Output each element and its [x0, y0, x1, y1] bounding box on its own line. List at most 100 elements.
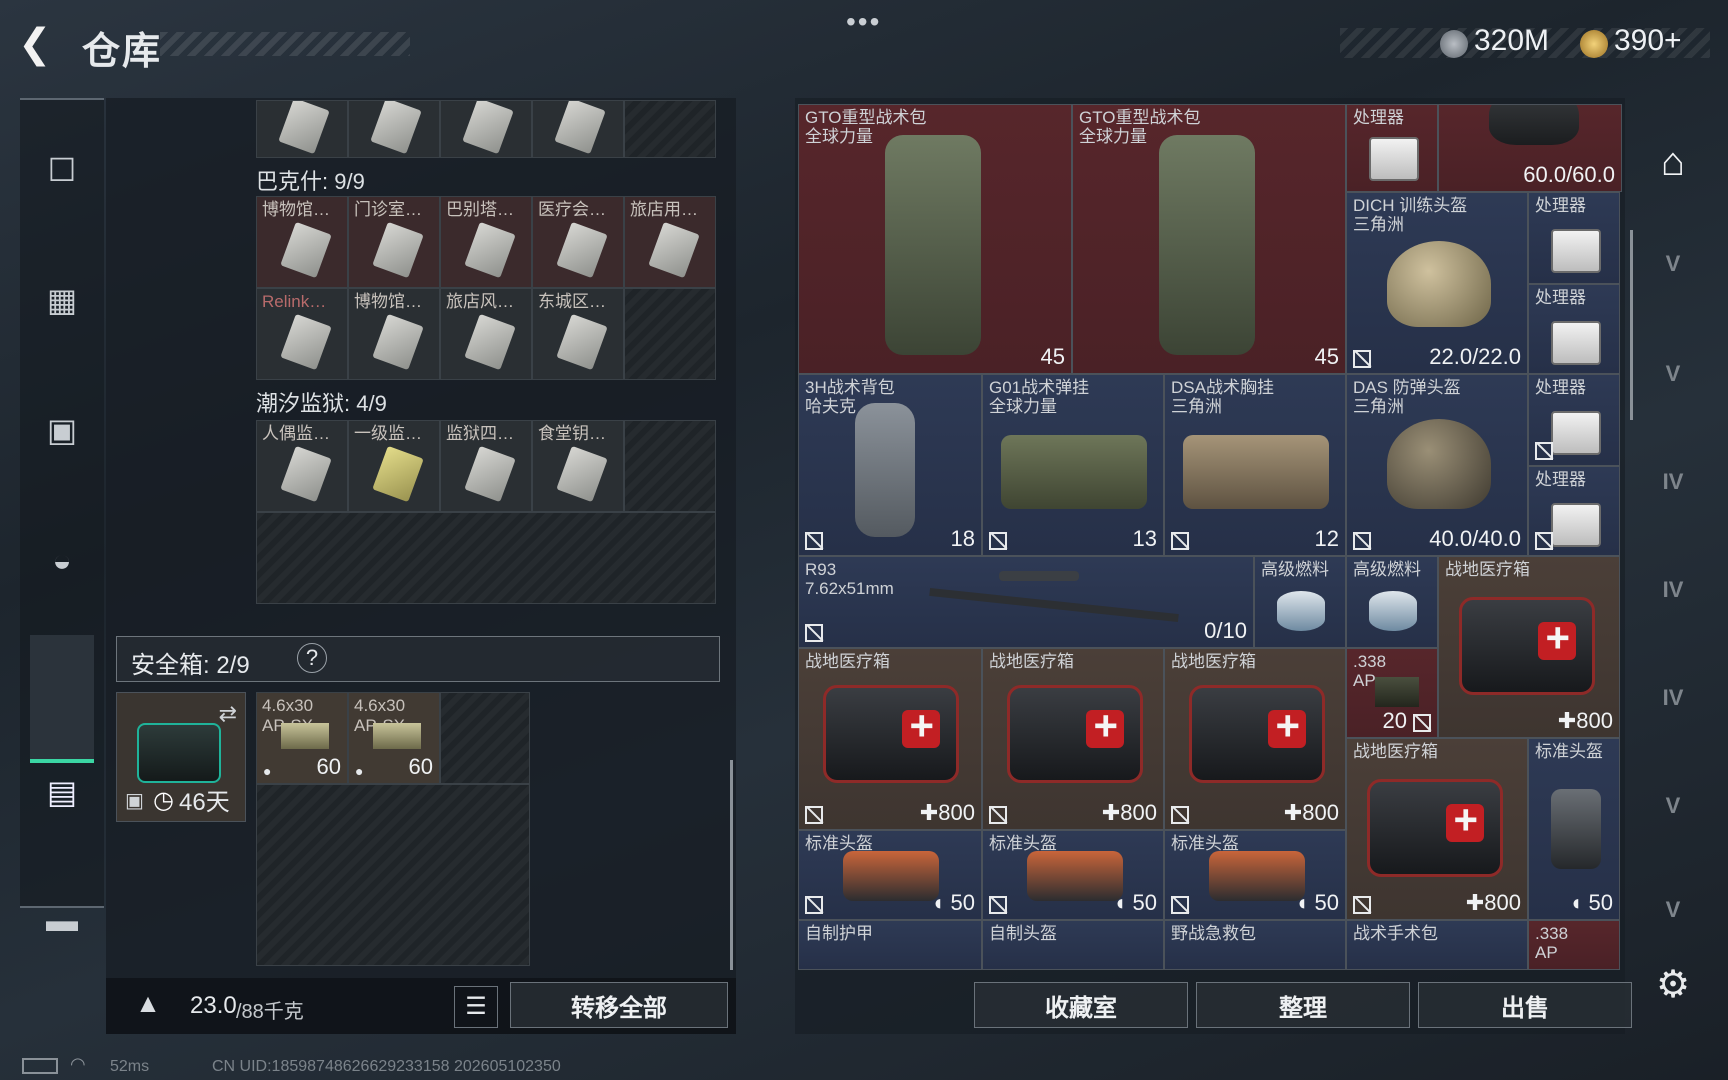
safebox-icon[interactable]: ▤	[20, 762, 104, 822]
item-field-medkit[interactable]: 战地医疗箱 ✚800	[982, 648, 1164, 830]
item-processor[interactable]: 处理器	[1528, 192, 1620, 284]
item-field-medkit[interactable]: 战地医疗箱 ✚800	[1164, 648, 1346, 830]
empty-slot	[256, 784, 530, 966]
key-slot[interactable]	[440, 100, 532, 158]
swap-icon: ⇄	[218, 701, 237, 726]
collection-room-button[interactable]: 收藏室	[974, 982, 1188, 1028]
prison-grid: 人偶监… 一级监… 监狱四… 食堂钥…	[256, 420, 716, 604]
weapon-icon[interactable]: ☐	[20, 140, 104, 200]
item-standard-helmet[interactable]: 标准头盔 ◖ 50	[798, 830, 982, 920]
key-slot[interactable]: 一级监…	[348, 420, 440, 512]
item-standard-helmet[interactable]: 标准头盔 ◖ 50	[1164, 830, 1346, 920]
help-icon[interactable]: ?	[297, 643, 327, 673]
item-homemade-helmet[interactable]: 自制头盔	[982, 920, 1164, 970]
nav-selected-highlight	[30, 635, 94, 763]
ammo-slot[interactable]: 4.6x30 AP-SX●60	[256, 692, 348, 784]
key-slot[interactable]: 博物馆…	[348, 288, 440, 380]
page-title: 仓库	[82, 31, 163, 73]
list-icon[interactable]: ☰	[454, 986, 498, 1028]
empty-slot	[256, 512, 716, 604]
stash-tab-icon[interactable]: V	[1638, 234, 1708, 294]
item-processor[interactable]: 处理器	[1346, 104, 1438, 192]
key-slot[interactable]	[532, 100, 624, 158]
key-slot[interactable]: 人偶监…	[256, 420, 348, 512]
sell-button[interactable]: 出售	[1418, 982, 1632, 1028]
item-processor[interactable]: 处理器	[1528, 466, 1620, 556]
key-slot[interactable]: 巴别塔…	[440, 196, 532, 288]
stash-scrollbar[interactable]	[1630, 230, 1633, 420]
category-nav: ☐ ▦ ▣ ◒ ▤ ▬	[20, 98, 104, 938]
settings-gear-icon[interactable]: ⚙	[1648, 962, 1698, 1012]
key-slot[interactable]: 东城区…	[532, 288, 624, 380]
item-first-aid-kit[interactable]: 野战急救包	[1164, 920, 1346, 970]
sort-button[interactable]: 整理	[1196, 982, 1410, 1028]
key-slot[interactable]: Relink…	[256, 288, 348, 380]
wifi-icon: ◠	[70, 1054, 86, 1074]
item-gto-backpack[interactable]: GTO重型战术包 全球力量 45	[798, 104, 1072, 374]
stash-tab-icon[interactable]: V	[1638, 344, 1708, 404]
item-338-ap-ammo[interactable]: .338 AP 20	[1346, 648, 1438, 738]
weight-bar: ▲ 23.0 /88千克 ☰ 转移全部	[106, 978, 736, 1034]
key-slot[interactable]: 门诊室…	[348, 196, 440, 288]
item-standard-helmet[interactable]: 标准头盔 ◖ 50	[982, 830, 1164, 920]
scrollbar[interactable]	[730, 760, 733, 970]
item-surgical-kit[interactable]: 战术手术包	[1346, 920, 1528, 970]
key-slot[interactable]	[348, 100, 440, 158]
safebox-case-image	[137, 723, 221, 783]
stash-tab-icon[interactable]: IV	[1638, 668, 1708, 728]
stash-tab-icon[interactable]: IV	[1638, 560, 1708, 620]
item-gto-backpack[interactable]: GTO重型战术包 全球力量 45	[1072, 104, 1346, 374]
transfer-all-button[interactable]: 转移全部	[510, 982, 728, 1028]
weight-current: 23.0	[190, 992, 237, 1019]
ammo-slot[interactable]: 4.6x30 AP-SX●60	[348, 692, 440, 784]
item-das-helmet[interactable]: DAS 防弹头盔 三角洲 40.0/40.0	[1346, 374, 1528, 556]
item-r93-rifle[interactable]: R93 7.62x51mm 0/10	[798, 556, 1254, 648]
vest-icon[interactable]: ▦	[20, 270, 104, 330]
item-field-medkit[interactable]: 战地医疗箱 ✚800	[1438, 556, 1620, 738]
stash-tab-icon[interactable]: IV	[1638, 452, 1708, 512]
currency-gold[interactable]: 390+	[1614, 24, 1682, 58]
item-338-ap-ammo[interactable]: .338 AP	[1528, 920, 1620, 970]
briefcase-icon[interactable]: ▬	[20, 890, 104, 950]
empty-slot	[440, 692, 530, 784]
helmet-icon[interactable]: ◒	[20, 530, 104, 590]
lock-icon: ▣	[125, 790, 144, 812]
safebox-item[interactable]: ⇄ ▣ ◷ 46天	[116, 692, 246, 822]
backpack-icon[interactable]: ▣	[20, 400, 104, 460]
key-slot[interactable]	[256, 100, 348, 158]
stash-home-icon[interactable]: ⌂	[1638, 132, 1708, 192]
item-3h-backpack[interactable]: 3H战术背包 哈夫克 18	[798, 374, 982, 556]
currency-silver[interactable]: 320M	[1474, 24, 1549, 58]
item-g01-rig[interactable]: G01战术弹挂 全球力量 13	[982, 374, 1164, 556]
item-dsa-rig[interactable]: DSA战术胸挂 三角洲 12	[1164, 374, 1346, 556]
item-dich-helmet[interactable]: DICH 训练头盔 三角洲 22.0/22.0	[1346, 192, 1528, 374]
safebox-label: 安全箱: 2/9	[131, 652, 250, 679]
stash-tab-icon[interactable]: V	[1638, 880, 1708, 940]
item-field-medkit[interactable]: 战地医疗箱 ✚800	[798, 648, 982, 830]
item-field-medkit[interactable]: 战地医疗箱 ✚800	[1346, 738, 1528, 920]
empty-slot	[624, 420, 716, 512]
stash-tab-icon[interactable]: V	[1638, 776, 1708, 836]
item-processor[interactable]: 处理器	[1528, 374, 1620, 466]
key-slot[interactable]: 监狱四…	[440, 420, 532, 512]
item-processor[interactable]: 处理器	[1528, 284, 1620, 374]
item-helmet[interactable]: 60.0/60.0	[1438, 104, 1622, 192]
bakesh-grid: 博物馆… 门诊室… 巴别塔… 医疗会… 旅店用… Relink… 博物馆… 旅店…	[256, 196, 716, 380]
more-menu-icon[interactable]: •••	[846, 6, 881, 38]
uid-text: CN UID:18598748626629233158 202605102350	[212, 1058, 561, 1075]
safebox-grid: 4.6x30 AP-SX●60 4.6x30 AP-SX●60	[256, 692, 530, 966]
clock-icon: ◷	[153, 787, 174, 814]
key-slot[interactable]: 博物馆…	[256, 196, 348, 288]
key-slot[interactable]: 医疗会…	[532, 196, 624, 288]
item-homemade-armor[interactable]: 自制护甲	[798, 920, 982, 970]
key-slot[interactable]: 旅店用…	[624, 196, 716, 288]
key-slot[interactable]: 食堂钥…	[532, 420, 624, 512]
ping-text: 52ms	[110, 1058, 150, 1075]
key-slot[interactable]: 旅店风…	[440, 288, 532, 380]
item-standard-helmet[interactable]: 标准头盔 ◖ 50	[1528, 738, 1620, 920]
gold-coin-icon	[1580, 30, 1608, 58]
safebox-header: 安全箱: 2/9 ?	[116, 636, 720, 682]
item-fuel[interactable]: 高级燃料	[1346, 556, 1438, 648]
item-fuel[interactable]: 高级燃料	[1254, 556, 1346, 648]
back-arrow-icon[interactable]: ❮	[18, 22, 62, 66]
